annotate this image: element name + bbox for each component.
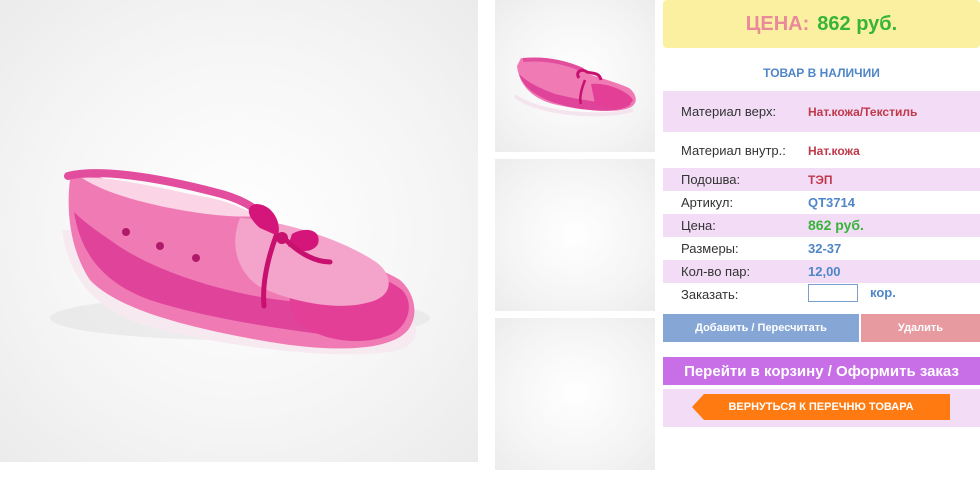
spec-value: ТЭП (808, 173, 833, 187)
spec-value: 12,00 (808, 264, 841, 279)
spec-value: QT3714 (808, 195, 855, 210)
spec-label: Материал верх: (681, 104, 777, 119)
order-quantity-input[interactable] (808, 284, 858, 302)
spec-value: 32-37 (808, 241, 842, 256)
spec-row-sizes: Размеры: 32-37 (663, 237, 980, 260)
spec-label: Цена: (681, 218, 716, 233)
spec-row-upper-material: Материал верх: Нат.кожа/Текстиль (663, 91, 980, 132)
order-row: Заказать: кор. (663, 283, 980, 307)
thumbnail-2[interactable] (495, 159, 655, 311)
spec-label: Артикул: (681, 195, 734, 210)
spec-value: Нат.кожа/Текстиль (808, 105, 918, 119)
spec-value: 862 руб. (808, 217, 864, 233)
spec-row-sole: Подошва: ТЭП (663, 168, 980, 191)
spec-row-inner-material: Материал внутр.: Нат.кожа (663, 132, 980, 168)
back-button-container: ВЕРНУТЬСЯ К ПЕРЕЧНЮ ТОВАРА (663, 389, 980, 427)
product-specs: Материал верх: Нат.кожа/Текстиль Материа… (663, 91, 980, 307)
price-value: 862 руб. (817, 12, 898, 35)
add-recalculate-button[interactable]: Добавить / Пересчитать (663, 314, 859, 342)
back-to-list-button[interactable]: ВЕРНУТЬСЯ К ПЕРЕЧНЮ ТОВАРА (692, 394, 950, 420)
spec-label: Размеры: (681, 241, 739, 256)
go-to-cart-button[interactable]: Перейти в корзину / Оформить заказ (663, 357, 980, 385)
spec-row-pairs: Кол-во пар: 12,00 (663, 260, 980, 283)
pink-shoe-thumbnail-image (513, 57, 636, 117)
price-header: ЦЕНА: 862 руб. (663, 0, 980, 48)
pink-shoe-illustration (50, 169, 430, 355)
main-product-image[interactable] (0, 0, 478, 462)
spec-label: Кол-во пар: (681, 264, 751, 279)
order-unit: кор. (870, 285, 896, 300)
thumbnail-1[interactable] (495, 0, 655, 152)
order-label: Заказать: (681, 287, 739, 302)
thumbnail-3[interactable] (495, 318, 655, 470)
price-label: ЦЕНА: (745, 12, 810, 35)
spec-value: Нат.кожа (808, 144, 860, 158)
remove-button[interactable]: Удалить (861, 314, 980, 342)
spec-label: Материал внутр.: (681, 143, 786, 158)
spec-row-article: Артикул: QT3714 (663, 191, 980, 214)
spec-label: Подошва: (681, 172, 741, 187)
stock-status: ТОВАР В НАЛИЧИИ (763, 66, 880, 80)
spec-row-price: Цена: 862 руб. (663, 214, 980, 237)
